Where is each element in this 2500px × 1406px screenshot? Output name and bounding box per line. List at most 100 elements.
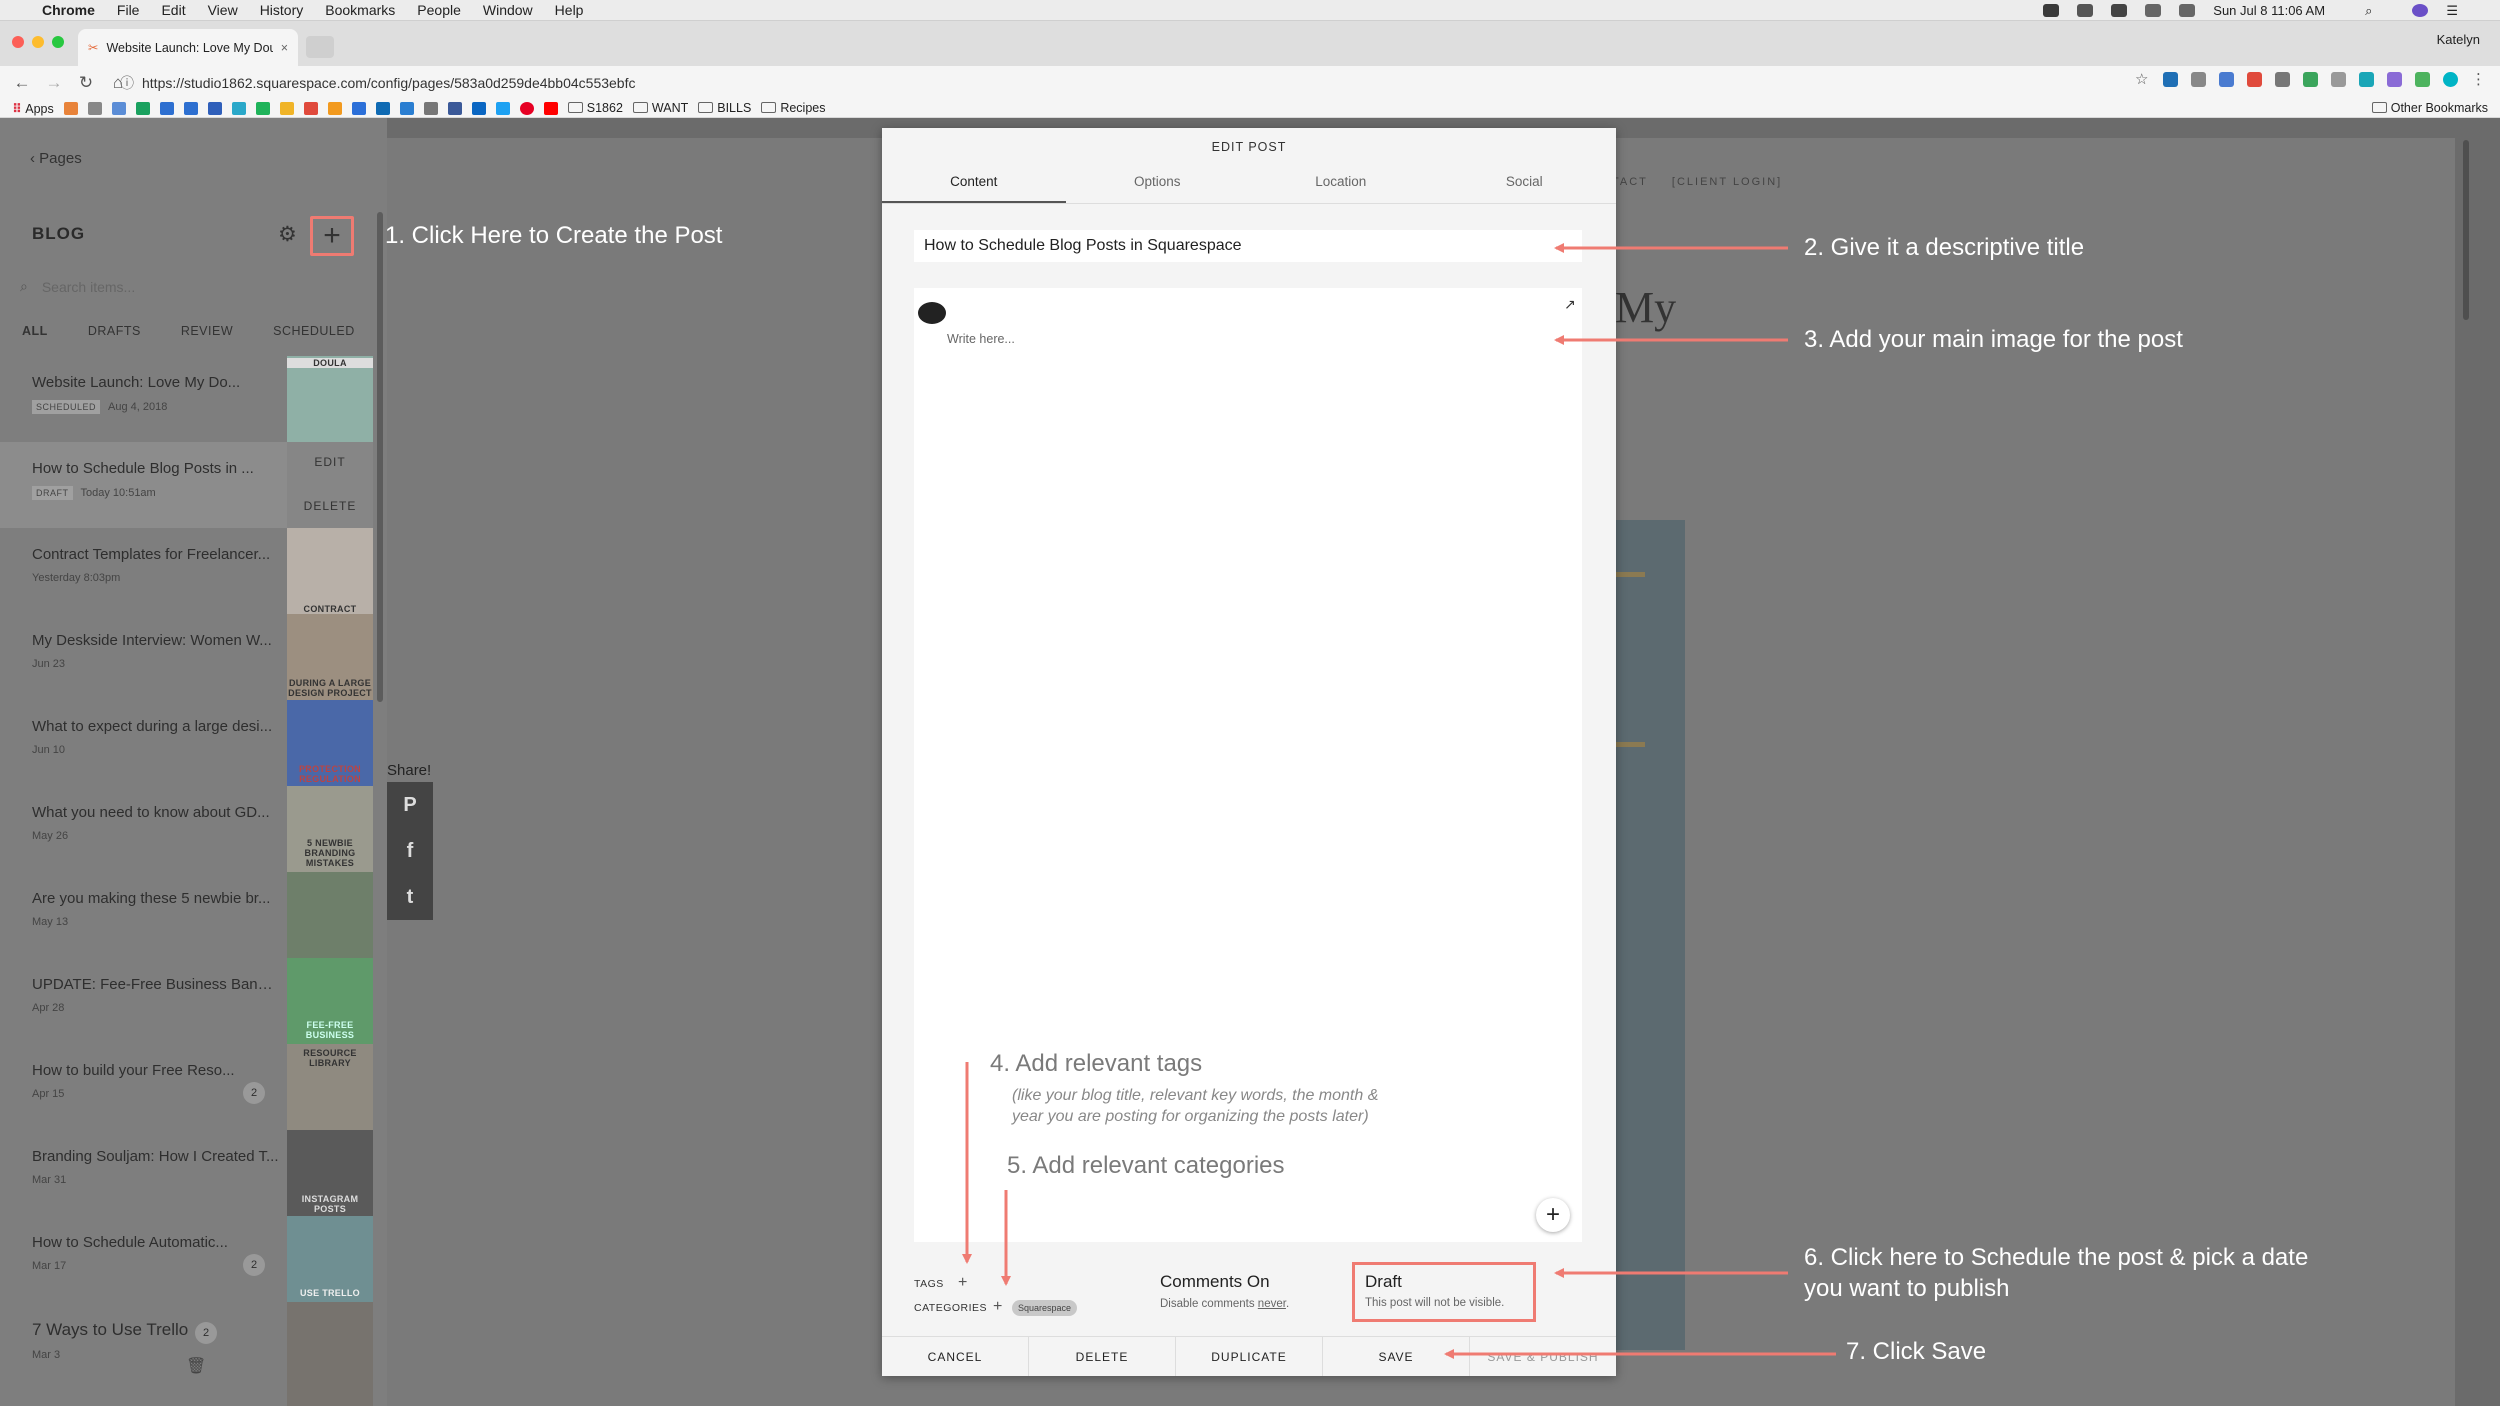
page-scrollbar[interactable] — [2463, 140, 2469, 320]
post-list-item[interactable]: 7 Ways to Use Trello Mar 3 2 — [0, 1302, 287, 1406]
search-input[interactable]: Search items... — [42, 279, 135, 295]
tab-social[interactable]: Social — [1433, 170, 1617, 203]
bookmark-icon[interactable] — [279, 101, 294, 115]
bookmark-icon[interactable] — [351, 101, 366, 115]
post-list-item[interactable]: Website Launch: Love My Do... SCHEDULED A… — [0, 356, 287, 442]
menu-window[interactable]: Window — [483, 2, 533, 18]
facebook-bookmark-icon[interactable] — [447, 101, 462, 115]
back-arrow-icon[interactable]: ← — [12, 73, 32, 93]
wifi-icon[interactable] — [2145, 4, 2162, 17]
save-button[interactable]: SAVE — [1323, 1337, 1470, 1376]
extension-icon[interactable] — [2219, 72, 2234, 87]
bookmark-icon[interactable] — [375, 101, 390, 115]
extension-icon[interactable] — [2275, 72, 2290, 87]
extension-icon[interactable] — [2303, 72, 2318, 87]
twitter-bookmark-icon[interactable] — [495, 101, 510, 115]
forward-arrow-icon[interactable]: → — [44, 73, 64, 93]
post-list-item[interactable]: My Deskside Interview: Women W... Jun 23 — [0, 614, 287, 700]
bookmark-icon[interactable] — [327, 101, 342, 115]
bookmark-icon[interactable] — [183, 101, 198, 115]
bookmark-folder-bills[interactable]: BILLS — [698, 101, 751, 115]
chrome-menu-icon[interactable]: ⋮ — [2471, 72, 2486, 87]
bookmark-folder-recipes[interactable]: Recipes — [761, 101, 825, 115]
browser-tab-active[interactable]: ✂ Website Launch: Love My Dou × — [78, 29, 298, 66]
siri-icon[interactable] — [2412, 4, 2429, 17]
add-tag-icon[interactable]: + — [958, 1274, 967, 1292]
bookmark-icon[interactable] — [63, 101, 78, 115]
tab-options[interactable]: Options — [1066, 170, 1250, 203]
extension-icon[interactable] — [2331, 72, 2346, 87]
extension-icon[interactable] — [2191, 72, 2206, 87]
new-tab-button[interactable] — [306, 36, 334, 58]
twitter-share-icon[interactable]: t — [387, 874, 433, 920]
info-icon[interactable]: ⓘ — [120, 73, 134, 93]
status-icon[interactable] — [2043, 4, 2060, 17]
chrome-profile-name[interactable]: Katelyn — [2437, 32, 2480, 47]
trash-icon[interactable]: 🗑 — [186, 1356, 206, 1376]
pinterest-share-icon[interactable]: P — [387, 782, 433, 828]
filter-all[interactable]: ALL — [22, 324, 48, 338]
linkedin-bookmark-icon[interactable] — [471, 101, 486, 115]
tab-close-icon[interactable]: × — [281, 41, 288, 55]
post-list-item-selected[interactable]: How to Schedule Blog Posts in ... DRAFT T… — [0, 442, 287, 528]
menu-edit[interactable]: Edit — [161, 2, 185, 18]
post-list-item[interactable]: Are you making these 5 newbie br... May … — [0, 872, 287, 958]
minimize-window-button[interactable] — [32, 36, 44, 48]
site-nav-link[interactable]: TACT — [1612, 176, 1648, 188]
extension-icon[interactable] — [2415, 72, 2430, 87]
post-title-input[interactable]: How to Schedule Blog Posts in Squarespac… — [914, 230, 1582, 262]
youtube-bookmark-icon[interactable] — [543, 101, 558, 115]
tab-location[interactable]: Location — [1249, 170, 1433, 203]
delete-post-button[interactable]: DELETE — [287, 499, 373, 513]
extension-icon[interactable] — [2163, 72, 2178, 87]
bookmark-folder-s1862[interactable]: S1862 — [567, 101, 623, 115]
other-bookmarks[interactable]: Other Bookmarks — [2371, 101, 2488, 115]
menu-bookmarks[interactable]: Bookmarks — [325, 2, 395, 18]
extension-icon[interactable] — [2359, 72, 2374, 87]
bookmark-icon[interactable] — [231, 101, 246, 115]
delete-button[interactable]: DELETE — [1029, 1337, 1176, 1376]
filter-review[interactable]: REVIEW — [181, 324, 233, 338]
extension-icon[interactable] — [2247, 72, 2262, 87]
menu-help[interactable]: Help — [555, 2, 584, 18]
body-placeholder[interactable]: Write here... — [947, 332, 1015, 346]
notification-center-icon[interactable]: ☰ — [2446, 3, 2458, 19]
post-list-item[interactable]: What to expect during a large desi... Ju… — [0, 700, 287, 786]
address-bar[interactable]: ⓘ https://studio1862.squarespace.com/con… — [120, 70, 1970, 95]
insert-block-button[interactable]: + — [1536, 1198, 1570, 1232]
bookmark-icon[interactable] — [87, 101, 102, 115]
save-and-publish-button[interactable]: SAVE & PUBLISH — [1470, 1337, 1616, 1376]
bookmark-icon[interactable] — [159, 101, 174, 115]
apps-shortcut[interactable]: ⠿ Apps — [12, 101, 54, 116]
bookmark-icon[interactable] — [303, 101, 318, 115]
post-list-item[interactable]: UPDATE: Fee-Free Business Banki... Apr 2… — [0, 958, 287, 1044]
bookmark-folder-want[interactable]: WANT — [632, 101, 688, 115]
post-status-selector[interactable]: Draft This post will not be visible. — [1352, 1262, 1536, 1322]
add-category-icon[interactable]: + — [993, 1298, 1002, 1316]
comments-setting[interactable]: Comments On — [1160, 1272, 1270, 1292]
block-handle-icon[interactable] — [918, 302, 946, 324]
volume-icon[interactable] — [2179, 4, 2196, 17]
pinterest-bookmark-icon[interactable] — [519, 101, 534, 115]
gear-icon[interactable]: ⚙ — [278, 222, 297, 247]
comments-disable-link[interactable]: never — [1258, 1298, 1286, 1310]
extension-icon[interactable] — [2387, 72, 2402, 87]
post-list-item[interactable]: How to Schedule Automatic... Mar 17 2 — [0, 1216, 287, 1302]
category-chip[interactable]: Squarespace — [1012, 1300, 1078, 1316]
bookmark-icon[interactable] — [135, 101, 150, 115]
post-list-item[interactable]: Branding Souljam: How I Created T... Mar… — [0, 1130, 287, 1216]
spotlight-icon[interactable]: ⌕ — [2365, 3, 2372, 19]
menu-app-name[interactable]: Chrome — [42, 2, 95, 18]
address-url[interactable]: https://studio1862.squarespace.com/confi… — [142, 75, 636, 91]
expand-icon[interactable]: ↗ — [1564, 296, 1576, 313]
filter-scheduled[interactable]: SCHEDULED — [273, 324, 355, 338]
menubar-clock[interactable]: Sun Jul 8 11:06 AM — [2213, 3, 2325, 18]
menu-file[interactable]: File — [117, 2, 140, 18]
bookmark-star-icon[interactable]: ☆ — [2135, 72, 2150, 87]
post-list-item[interactable]: Contract Templates for Freelancer... Yes… — [0, 528, 287, 614]
edit-post-button[interactable]: EDIT — [287, 455, 373, 469]
add-post-button[interactable]: + — [310, 216, 354, 256]
facebook-share-icon[interactable]: f — [387, 828, 433, 874]
tab-content[interactable]: Content — [882, 170, 1066, 203]
duplicate-button[interactable]: DUPLICATE — [1176, 1337, 1323, 1376]
